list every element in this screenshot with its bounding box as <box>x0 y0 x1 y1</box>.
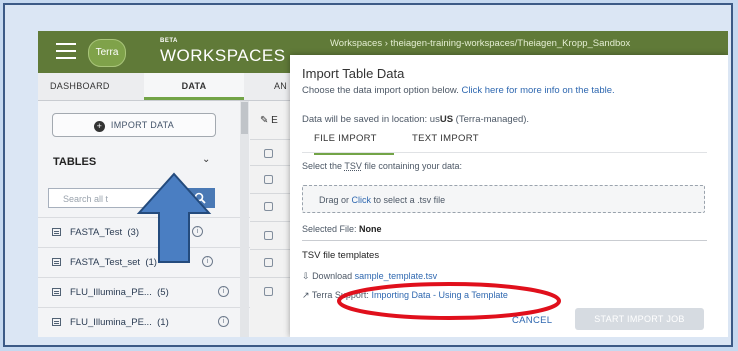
drop-prefix: Drag or <box>319 195 350 205</box>
intro-text: Choose the data import option below. <box>302 85 459 96</box>
tsv-abbr: TSV <box>344 161 362 171</box>
tab-divider <box>302 152 707 153</box>
info-icon[interactable]: i <box>218 316 229 327</box>
select-file-instructions: Select the TSV file containing your data… <box>302 161 462 171</box>
tab-data[interactable]: DATA <box>144 73 244 100</box>
table-name: FLU_Illumina_PE... <box>70 287 152 298</box>
beta-label: BETA <box>160 38 178 44</box>
table-list-item[interactable]: FLU_Illumina_PE... (5) i <box>38 277 250 308</box>
table-count: (1) <box>157 317 169 328</box>
breadcrumb[interactable]: Workspaces › theiagen-training-workspace… <box>330 38 630 49</box>
import-data-label: IMPORT DATA <box>110 120 175 130</box>
table-name-label: FLU_Illumina_PE... (1) <box>70 317 169 328</box>
table-name-label: FLU_Illumina_PE... (5) <box>70 287 169 298</box>
app-title: WORKSPACES <box>160 46 286 65</box>
location-prefix: Data will be saved in location: us <box>302 114 440 125</box>
table-name: FASTA_Test <box>70 227 123 238</box>
templates-heading: TSV file templates <box>302 250 380 261</box>
select-suffix: file containing your data: <box>364 161 462 171</box>
table-count: (5) <box>157 287 169 298</box>
import-data-button[interactable]: + IMPORT DATA <box>52 113 216 137</box>
selected-label: Selected File: <box>302 224 357 234</box>
tab-text-import[interactable]: TEXT IMPORT <box>412 133 492 152</box>
table-icon <box>52 288 61 296</box>
info-icon[interactable]: i <box>218 286 229 297</box>
start-import-job-button[interactable]: START IMPORT JOB <box>575 308 704 330</box>
selected-value: None <box>359 224 382 234</box>
table-icon <box>52 228 61 236</box>
table-list-item[interactable]: FLU_Illumina_PE... (1) i <box>38 307 250 337</box>
table-name: FLU_Illumina_PE... <box>70 317 152 328</box>
location-suffix: (Terra-managed). <box>455 114 530 125</box>
table-icon <box>52 258 61 266</box>
more-info-link[interactable]: Click here for more info on the table. <box>462 85 615 96</box>
tables-heading: TABLES <box>53 156 97 168</box>
table-name: FASTA_Test_set <box>70 257 141 268</box>
selected-file-text: Selected File: None <box>302 224 382 234</box>
dialog-intro: Choose the data import option below. Cli… <box>302 85 682 96</box>
annotation-arrow-icon <box>136 172 212 263</box>
sidebar-scroll-thumb[interactable] <box>241 102 248 134</box>
location-value: US <box>439 114 454 125</box>
external-link-icon: ↗ <box>302 290 310 300</box>
table-icon <box>52 318 61 326</box>
save-location-text: Data will be saved in location: usUS (Te… <box>302 114 529 125</box>
file-dropzone[interactable]: Drag or Click to select a .tsv file <box>302 185 705 213</box>
tab-dashboard[interactable]: DASHBOARD <box>50 73 150 100</box>
hamburger-menu-icon[interactable] <box>56 43 76 59</box>
table-name-label: FASTA_Test (3) <box>70 227 139 238</box>
modal-backdrop <box>250 101 290 337</box>
annotation-ellipse-icon <box>337 282 561 320</box>
plus-circle-icon: + <box>93 121 105 132</box>
terra-logo[interactable]: Terra <box>88 39 126 67</box>
download-icon: ⇩ <box>302 271 310 281</box>
terra-app: Terra BETA WORKSPACES Workspaces › theia… <box>38 31 728 337</box>
section-divider <box>302 240 707 241</box>
sidebar-scrollbar[interactable] <box>240 101 249 337</box>
drop-suffix: to select a .tsv file <box>373 195 446 205</box>
select-prefix: Select the <box>302 161 343 171</box>
click-to-select-link[interactable]: Click <box>352 195 372 205</box>
chevron-down-icon[interactable]: ⌄ <box>202 154 210 165</box>
dialog-title: Import Table Data <box>302 66 405 81</box>
